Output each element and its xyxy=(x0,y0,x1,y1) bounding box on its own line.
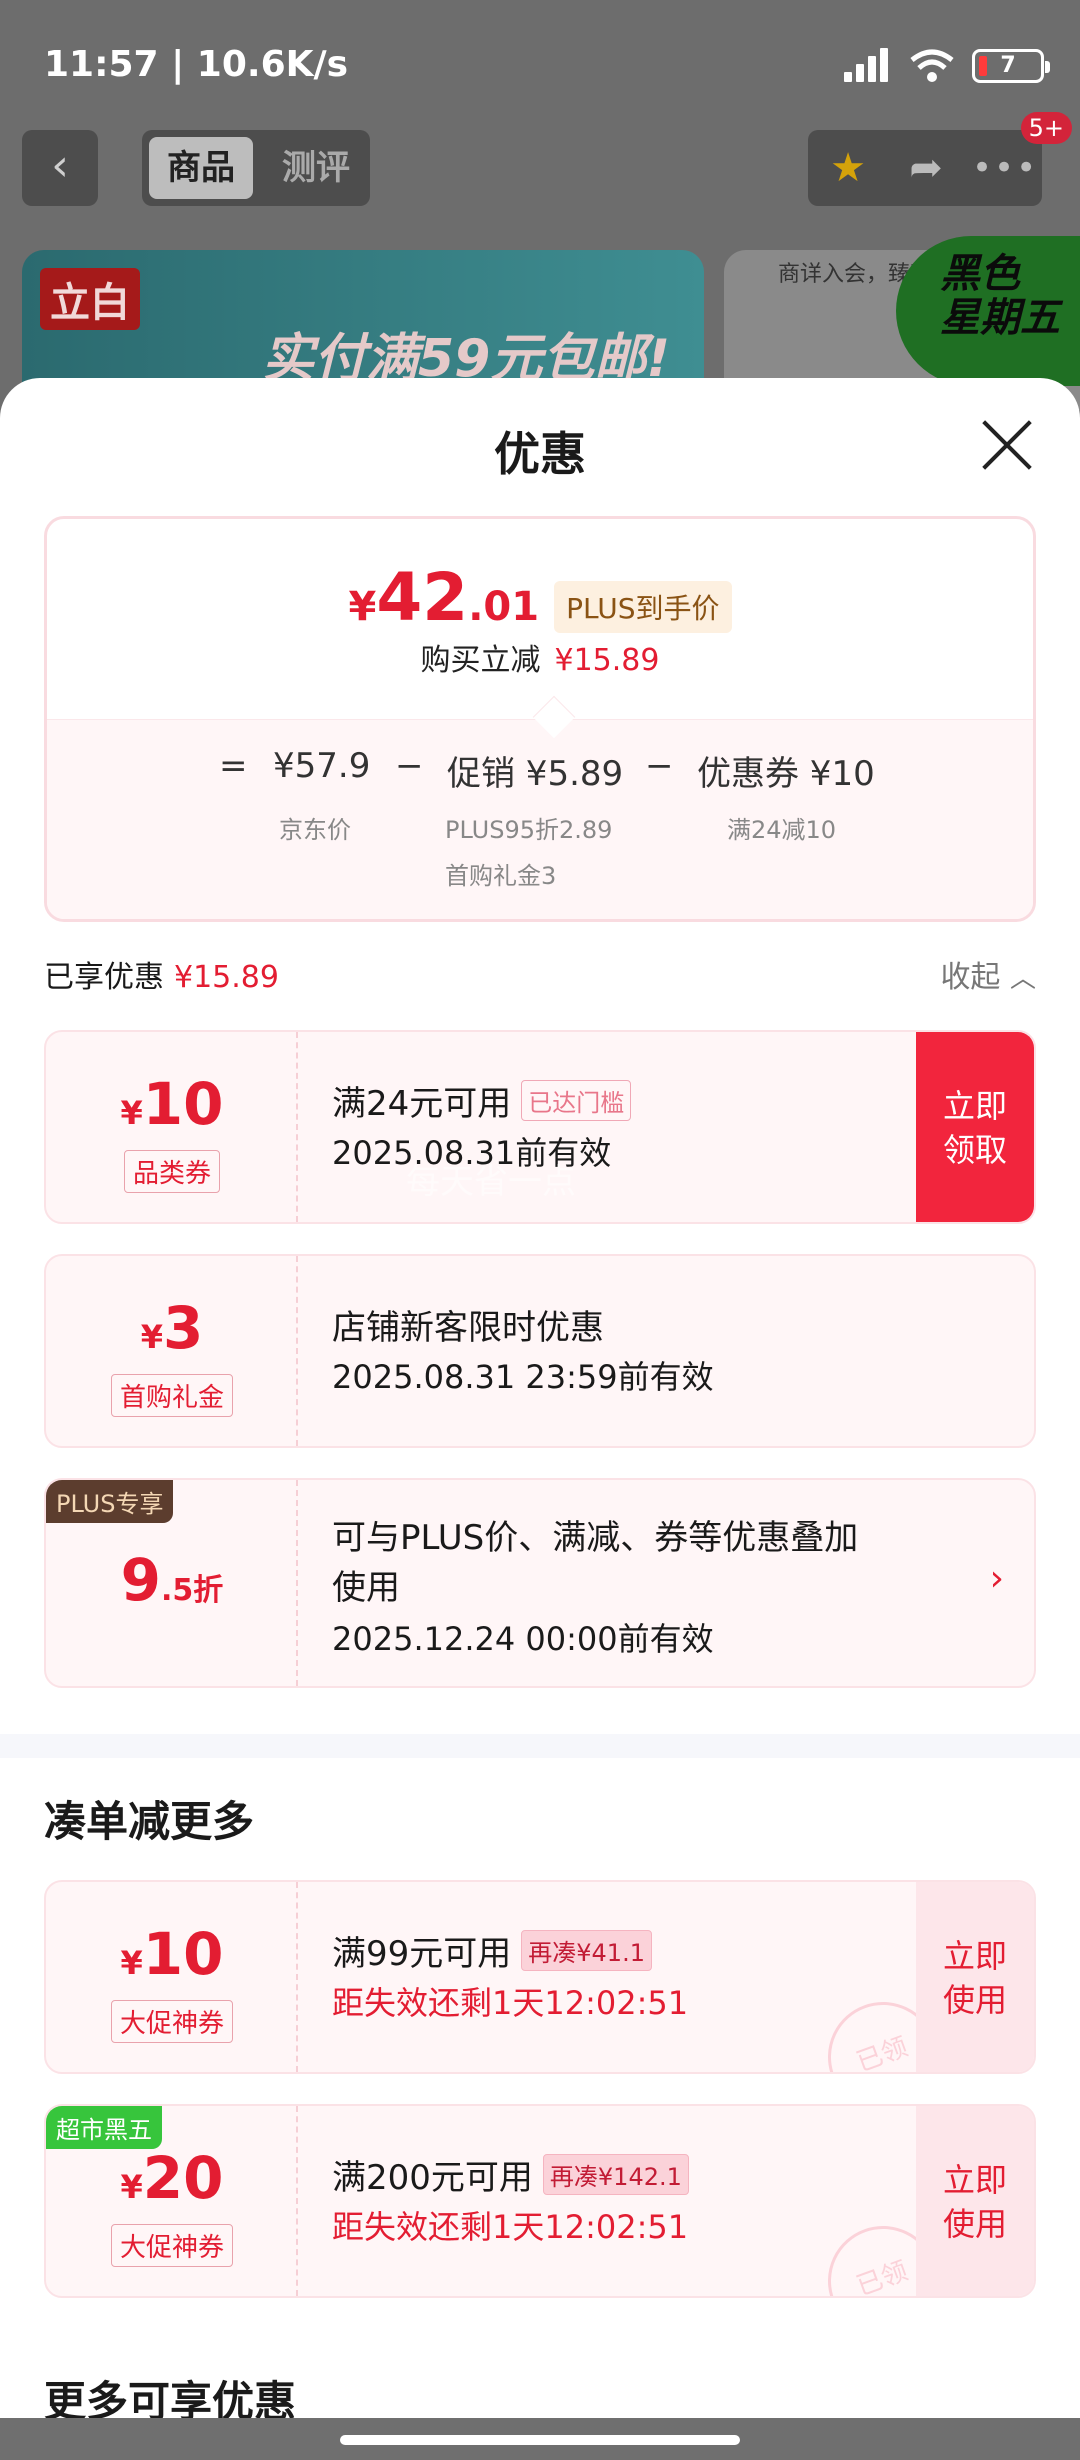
battery-icon: 7 xyxy=(972,49,1050,83)
coupon-countdown: 距失效还剩1天12:02:51 xyxy=(332,1984,689,2022)
coupon-left: 9.5折 xyxy=(46,1480,298,1686)
back-button[interactable]: ‹ xyxy=(22,130,98,206)
sheet-title: 优惠 xyxy=(494,427,586,481)
collapse-label: 收起 xyxy=(940,960,1001,995)
coupon-validity: 2025.12.24 00:00前有效 xyxy=(332,1620,714,1658)
instant-reduce-label: 购买立减 xyxy=(420,643,541,678)
collapse-button[interactable]: 收起 ︿ xyxy=(940,952,1036,996)
coupon-validity: 2025.08.31 23:59前有效 xyxy=(332,1358,714,1396)
promo-detail-2: 首购礼金3 xyxy=(445,862,557,890)
status-time: 11:57 | 10.6K/s xyxy=(44,44,349,85)
coupon-left: ¥10 大促神券 xyxy=(46,1882,298,2072)
use-button[interactable]: 立即 使用 xyxy=(916,1882,1034,2072)
tab-review[interactable]: 测评 xyxy=(264,137,368,199)
enjoyed-discount: 已享优惠 ¥15.89 xyxy=(44,952,279,996)
message-badge: 5+ xyxy=(1020,112,1072,144)
coupon-type: 大促神券 xyxy=(46,2000,298,2043)
coupon-left: ¥3 首购礼金 xyxy=(46,1256,298,1446)
coupon-category: ¥10 品类券 满24元可用 已达门槛 2025.08.31前有效 每天省一点 立… xyxy=(44,1030,1036,1224)
coupon-title: 可与PLUS价、满减、券等优惠叠加 xyxy=(332,1518,859,1558)
coupon-left: ¥20 大促神券 xyxy=(46,2106,298,2296)
coupon-left: ¥10 品类券 xyxy=(46,1032,298,1222)
price-card: ¥42.01 PLUS到手价 购买立减 ¥15.89 = ¥57.9 − 促销 ¥… xyxy=(44,516,1036,922)
coupon-type: 大促神券 xyxy=(46,2224,298,2267)
coupon-amount: ¥10 xyxy=(120,1070,224,1138)
formula-equals: = xyxy=(219,746,248,786)
coupon-detail: 满24减10 xyxy=(727,816,837,844)
status-bar: 11:57 | 10.6K/s 7 xyxy=(44,44,1050,94)
section-title-more: 凑单减更多 xyxy=(44,1797,255,1846)
home-indicator[interactable] xyxy=(340,2435,740,2445)
final-price: ¥42.01 PLUS到手价 xyxy=(47,559,1033,636)
black-friday-badge[interactable]: 黑色 星期五 xyxy=(896,236,1080,386)
add-more-tag: 再凑¥142.1 xyxy=(542,2154,689,2195)
enjoyed-value: ¥15.89 xyxy=(174,960,279,995)
tab-bar: 商品 测评 xyxy=(142,130,370,206)
coupon-countdown: 距失效还剩1天12:02:51 xyxy=(332,2208,689,2246)
coupon-type: 首购礼金 xyxy=(46,1374,298,1417)
coupon-promo-20: 超市黑五 ¥20 大促神券 满200元可用 再凑¥142.1 距失效还剩1天12:… xyxy=(44,2104,1036,2298)
coupon-title: 满200元可用 再凑¥142.1 xyxy=(332,2150,689,2199)
black-friday-text: 黑色 星期五 xyxy=(940,251,1060,341)
close-icon[interactable] xyxy=(980,418,1034,472)
section-divider xyxy=(0,1734,1080,1758)
coupon-amount: ¥10 xyxy=(120,1920,224,1988)
coupon-type: 品类券 xyxy=(46,1150,298,1193)
coupon-amount: ¥20 xyxy=(120,2144,224,2212)
coupon-plus-discount[interactable]: PLUS专享 9.5折 可与PLUS价、满减、券等优惠叠加 使用 2025.12… xyxy=(44,1478,1036,1688)
price-breakdown: = ¥57.9 − 促销 ¥5.89 − 优惠券 ¥10 京东价 PLUS95折… xyxy=(47,719,1033,919)
formula-promo: 促销 ¥5.89 xyxy=(447,754,624,794)
base-price-label: 京东价 xyxy=(279,816,351,844)
formula-minus-2: − xyxy=(645,746,674,786)
chevron-up-icon: ︿ xyxy=(1009,964,1036,994)
plus-price-tag: PLUS到手价 xyxy=(554,581,732,633)
status-icons: 7 xyxy=(840,46,1050,86)
enjoyed-label: 已享优惠 xyxy=(44,960,164,995)
coupon-amount: 9.5折 xyxy=(120,1546,224,1614)
top-nav: ‹ 商品 测评 ★ ➦ ••• 5+ xyxy=(22,112,1072,206)
discount-sheet: 优惠 ¥42.01 PLUS到手价 购买立减 ¥15.89 = ¥57.9 − 促… xyxy=(0,378,1080,2460)
star-icon[interactable]: ★ xyxy=(818,138,878,198)
coupon-title: 满24元可用 已达门槛 xyxy=(332,1076,632,1125)
formula-coupon: 优惠券 ¥10 xyxy=(697,754,875,794)
add-more-tag: 再凑¥41.1 xyxy=(521,1930,652,1971)
action-group: ★ ➦ ••• 5+ xyxy=(808,112,1072,206)
tab-product[interactable]: 商品 xyxy=(149,137,253,199)
final-price-value: ¥42.01 xyxy=(348,559,540,636)
coupon-title: 店铺新客限时优惠 xyxy=(332,1308,604,1348)
claim-button[interactable]: 立即 领取 xyxy=(916,1032,1034,1222)
threshold-tag: 已达门槛 xyxy=(521,1080,632,1121)
coupon-title: 满99元可用 再凑¥41.1 xyxy=(332,1926,652,1975)
wifi-icon xyxy=(910,49,954,82)
promo-detail-1: PLUS95折2.89 xyxy=(445,816,613,844)
instant-reduce-value: ¥15.89 xyxy=(554,643,660,678)
formula-base-price: ¥57.9 xyxy=(273,746,371,786)
coupon-amount: ¥3 xyxy=(140,1294,204,1362)
watermark-text: 每天省一点 xyxy=(406,1162,576,1202)
signal-icon xyxy=(840,46,892,86)
use-button[interactable]: 立即 使用 xyxy=(916,2106,1034,2296)
instant-reduce: 购买立减 ¥15.89 xyxy=(47,635,1033,679)
share-icon[interactable]: ➦ xyxy=(896,138,956,198)
brand-logo: 立白 xyxy=(40,268,140,330)
formula-minus-1: − xyxy=(395,746,424,786)
chevron-right-icon: › xyxy=(989,1558,1004,1599)
coupon-promo-10: ¥10 大促神券 满99元可用 再凑¥41.1 距失效还剩1天12:02:51 已… xyxy=(44,1880,1036,2074)
coupon-first-purchase: ¥3 首购礼金 店铺新客限时优惠 2025.08.31 23:59前有效 xyxy=(44,1254,1036,1448)
more-icon[interactable]: ••• xyxy=(972,138,1036,198)
coupon-title-continued: 使用 xyxy=(332,1568,400,1608)
